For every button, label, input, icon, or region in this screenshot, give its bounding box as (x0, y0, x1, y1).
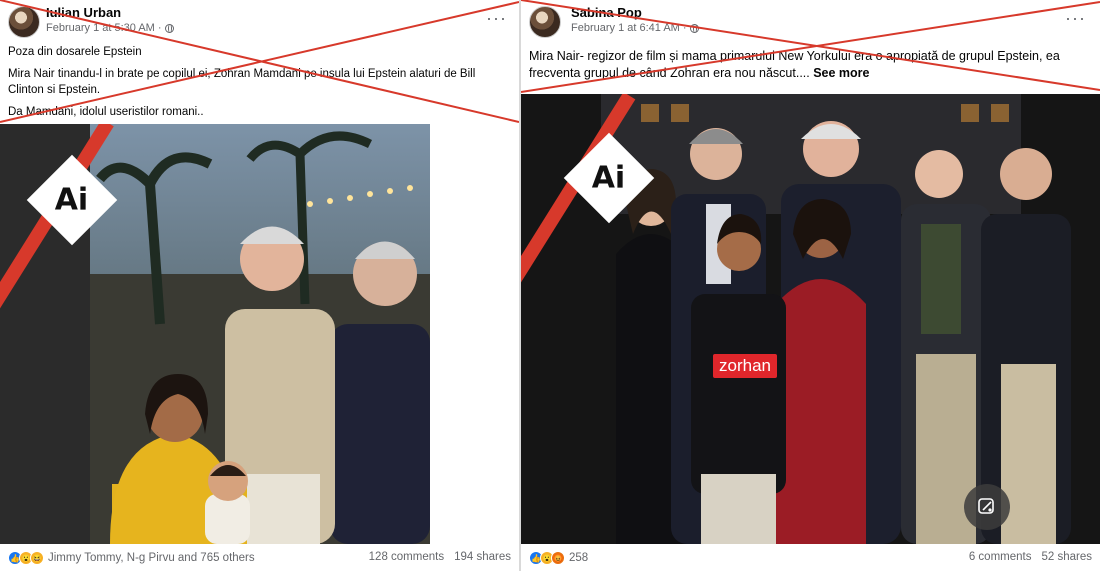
shares-count[interactable]: 194 shares (454, 551, 511, 563)
author-name[interactable]: Sabina Pop (571, 5, 642, 20)
shirt-text-label: zorhan (713, 354, 777, 378)
author-avatar[interactable] (529, 6, 561, 38)
see-more-link[interactable]: See more (813, 66, 869, 80)
post-caption: Poza din dosarele Epstein Mira Nair tina… (8, 44, 508, 126)
left-post: Iulian Urban February 1 at 5:30 AM · ···… (0, 0, 519, 571)
angry-reaction-icon: 😡 (551, 551, 565, 565)
ai-badge-text: Ai (592, 160, 626, 196)
comments-count[interactable]: 128 comments (369, 551, 444, 563)
post-timestamp[interactable]: February 1 at 5:30 AM · (46, 22, 162, 34)
post-photo[interactable]: Ai (0, 124, 430, 544)
reactions-summary[interactable]: 👍 😮 😡 258 (529, 551, 588, 565)
author-name[interactable]: Iulian Urban (46, 5, 121, 20)
post-meta: February 1 at 6:41 AM · (571, 22, 699, 34)
haha-reaction-icon: 😆 (30, 551, 44, 565)
caption-line: Poza din dosarele Epstein (8, 46, 142, 58)
right-post: Sabina Pop February 1 at 6:41 AM · ··· M… (521, 0, 1100, 571)
reactions-summary[interactable]: 👍 😮 😆 Jimmy Tommy, N-g Pirvu and 765 oth… (8, 551, 255, 565)
shares-count[interactable]: 52 shares (1041, 551, 1092, 563)
reactions-count[interactable]: 258 (569, 552, 588, 564)
edit-image-button[interactable] (964, 484, 1010, 530)
author-avatar[interactable] (8, 6, 40, 38)
post-timestamp[interactable]: February 1 at 6:41 AM · (571, 22, 687, 34)
caption-line: Mira Nair tinandu-l in brate pe copilul … (8, 68, 476, 96)
post-photo[interactable]: zorhan Ai (521, 94, 1100, 544)
post-footer: 👍 😮 😆 Jimmy Tommy, N-g Pirvu and 765 oth… (0, 545, 519, 571)
post-stats: 6 comments 52 shares (969, 551, 1092, 563)
ai-badge-text: Ai (55, 182, 89, 218)
more-options-button[interactable]: ··· (1065, 8, 1086, 29)
comments-count[interactable]: 6 comments (969, 551, 1032, 563)
post-footer: 👍 😮 😡 258 6 comments 52 shares (521, 545, 1100, 571)
post-meta: February 1 at 5:30 AM · (46, 22, 174, 34)
globe-icon (689, 23, 699, 33)
globe-icon (164, 23, 174, 33)
caption-line: Da Mamdani, idolul useristilor romani.. (8, 106, 204, 118)
reactions-text[interactable]: Jimmy Tommy, N-g Pirvu and 765 others (48, 552, 255, 564)
post-header: Sabina Pop February 1 at 6:41 AM · ··· (521, 0, 1100, 42)
post-header: Iulian Urban February 1 at 5:30 AM · ··· (0, 0, 519, 42)
edit-image-icon (978, 498, 994, 514)
post-caption: Mira Nair- regizor de film și mama prima… (529, 48, 1094, 82)
more-options-button[interactable]: ··· (486, 8, 507, 29)
post-stats: 128 comments 194 shares (369, 551, 511, 563)
caption-text: Mira Nair- regizor de film și mama prima… (529, 49, 1060, 80)
